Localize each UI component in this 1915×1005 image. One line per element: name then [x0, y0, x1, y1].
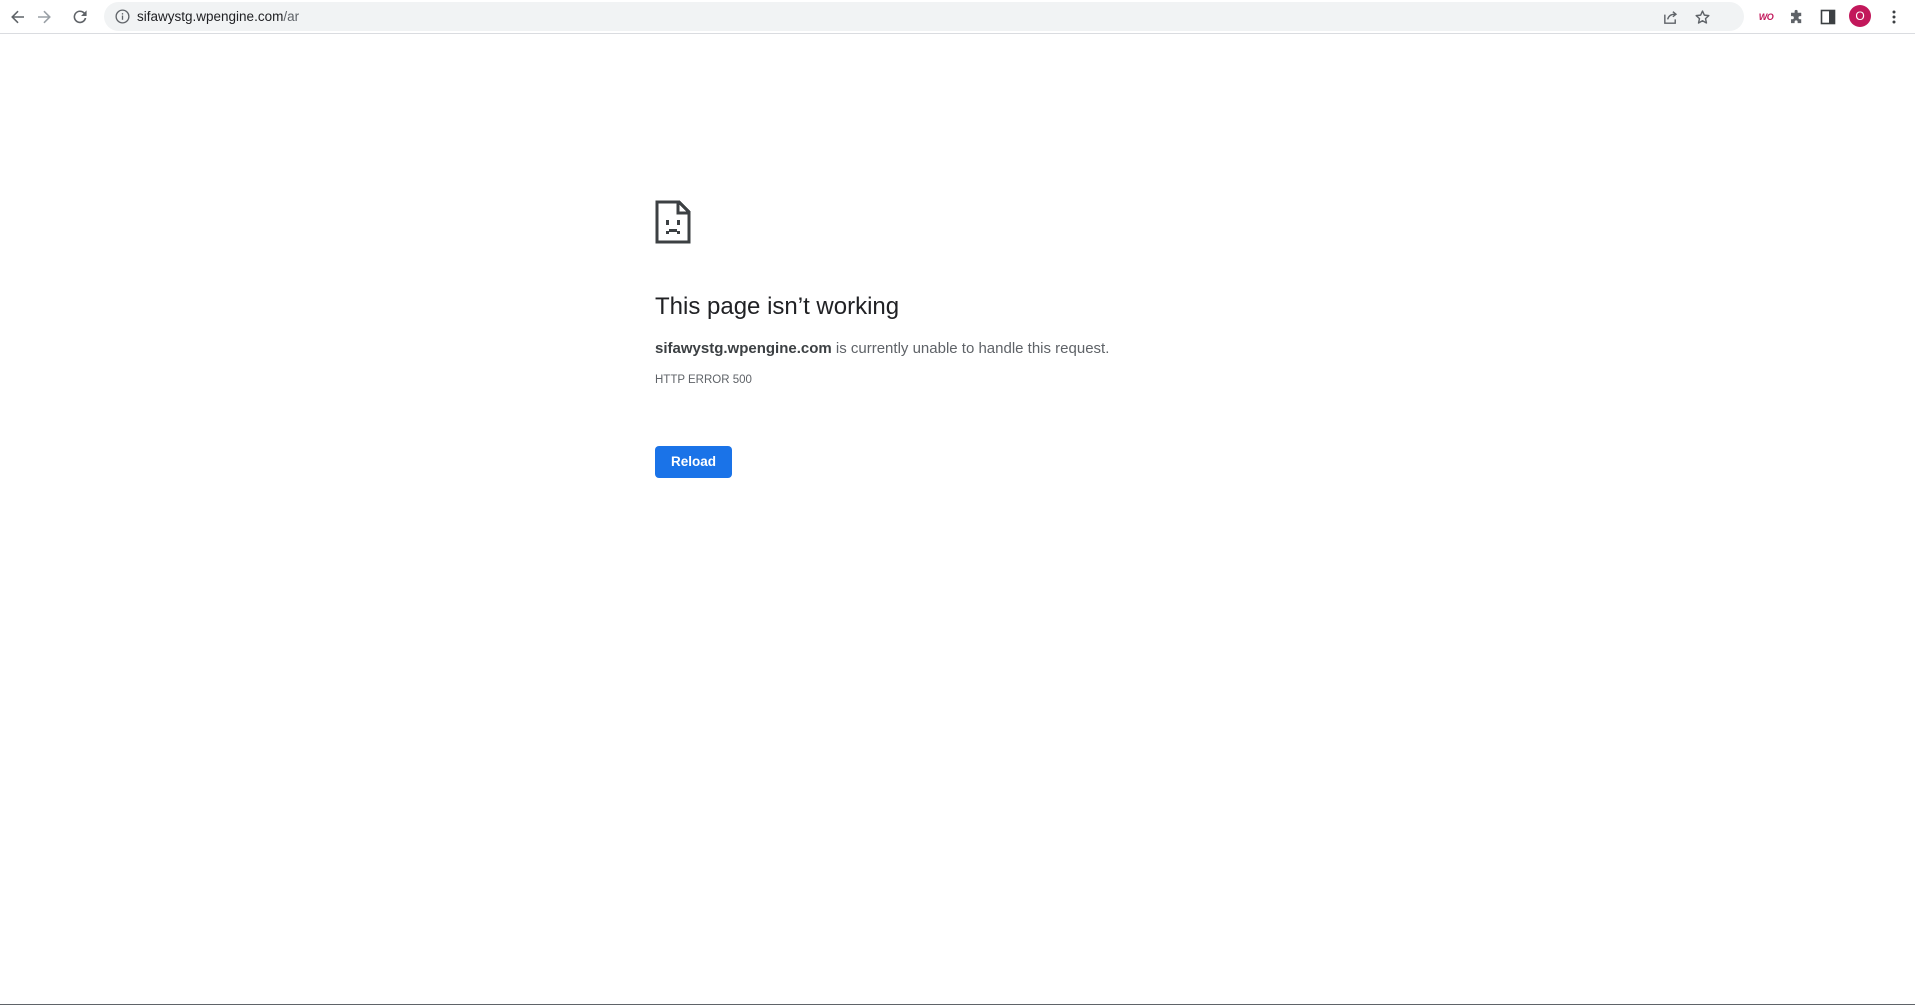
url-path: /ar — [283, 9, 300, 24]
bookmark-button[interactable] — [1688, 3, 1716, 31]
url-host: sifawystg.wpengine.com — [137, 9, 284, 24]
info-icon[interactable] — [114, 8, 131, 25]
menu-button[interactable] — [1880, 3, 1908, 31]
kebab-menu-icon — [1886, 9, 1902, 25]
address-bar[interactable]: sifawystg.wpengine.com/ar — [104, 2, 1744, 31]
share-button[interactable] — [1656, 3, 1684, 31]
sad-page-icon — [655, 200, 691, 244]
side-panel-button[interactable] — [1814, 3, 1842, 31]
reload-button[interactable]: Reload — [655, 446, 733, 478]
back-button[interactable] — [4, 3, 32, 31]
profile-avatar[interactable]: O — [1849, 5, 1871, 27]
browser-toolbar: sifawystg.wpengine.com/ar WO O — [0, 0, 1915, 34]
extension-logo-icon[interactable]: WO — [1755, 8, 1777, 26]
error-code: HTTP ERROR 500 — [655, 374, 752, 387]
error-page-content: This page isn’t working sifawystg.wpengi… — [655, 200, 1295, 478]
error-host: sifawystg.wpengine.com — [655, 340, 832, 358]
error-summary: sifawystg.wpengine.com is currently unab… — [655, 338, 1295, 360]
puzzle-icon — [1788, 9, 1805, 26]
back-arrow-icon — [9, 8, 27, 26]
star-icon — [1694, 9, 1711, 26]
error-title: This page isn’t working — [655, 293, 900, 320]
forward-arrow-icon — [35, 8, 53, 26]
share-icon — [1662, 9, 1679, 26]
extensions-button[interactable] — [1782, 3, 1810, 31]
error-message: is currently unable to handle this reque… — [831, 340, 1110, 358]
reload-page-button[interactable] — [66, 3, 94, 31]
side-panel-icon — [1820, 9, 1836, 25]
reload-icon — [71, 8, 89, 26]
forward-button[interactable] — [30, 3, 58, 31]
url-text[interactable]: sifawystg.wpengine.com/ar — [137, 2, 299, 31]
